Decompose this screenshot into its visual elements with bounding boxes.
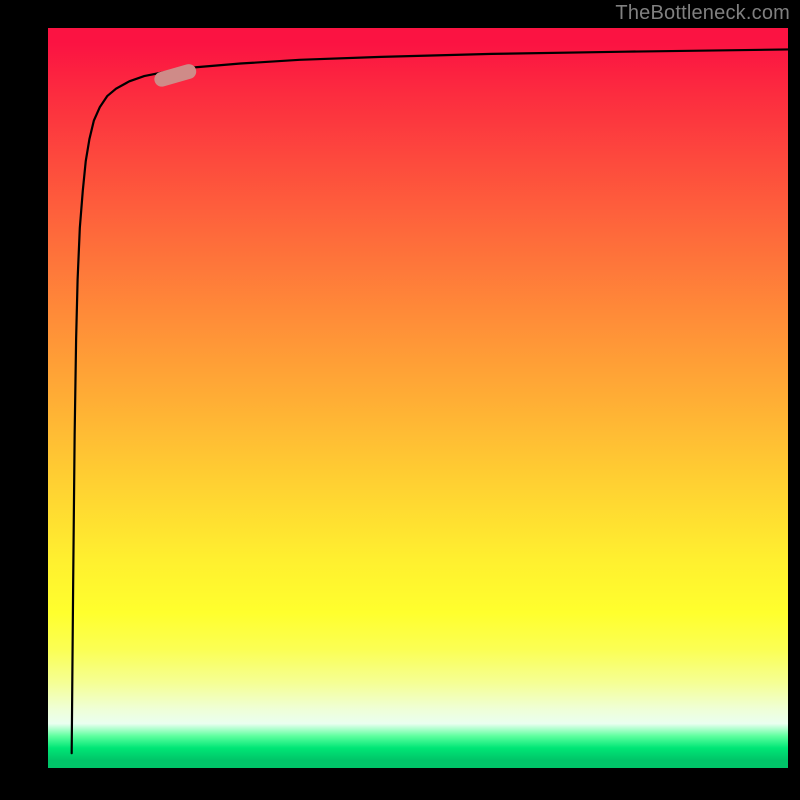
chart-stage: TheBottleneck.com: [0, 0, 800, 800]
curve-marker: [153, 62, 198, 88]
plot-area: [48, 28, 788, 768]
bottleneck-curve: [72, 49, 788, 753]
watermark-text: TheBottleneck.com: [615, 2, 790, 25]
curve-layer: [48, 28, 788, 768]
